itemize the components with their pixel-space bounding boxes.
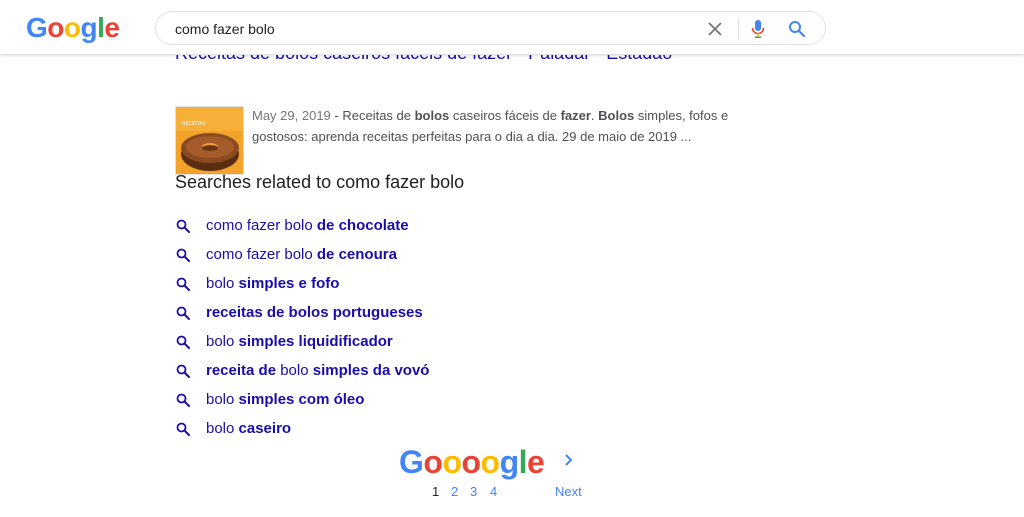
related-searches-heading: Searches related to como fazer bolo <box>175 172 465 192</box>
related-search-item[interactable]: bolo simples com óleo <box>175 389 364 411</box>
related-search-item[interactable]: bolo simples liquidificador <box>175 331 393 353</box>
related-search-item[interactable]: receitas de bolos portugueses <box>175 302 423 324</box>
page-number-link[interactable]: 3 <box>470 484 477 500</box>
result-snippet: May 29, 2019 - Receitas de bolos caseiro… <box>252 105 762 147</box>
search-icon <box>175 363 191 379</box>
search-icon <box>175 247 191 263</box>
svg-text:RECEITAS: RECEITAS <box>182 121 206 127</box>
search-icon <box>789 21 806 38</box>
search-results-page: Receitas de bolos caseiros fáceis de faz… <box>0 0 1024 517</box>
related-search-item[interactable]: bolo caseiro <box>175 418 291 440</box>
logo-letter: o <box>63 12 81 43</box>
related-search-item[interactable]: como fazer bolo de cenoura <box>175 244 397 266</box>
result-date: May 29, 2019 <box>252 108 331 123</box>
related-search-text: bolo caseiro <box>206 420 292 437</box>
search-icon <box>175 218 191 234</box>
logo-letter: g <box>80 12 98 43</box>
pagination-logo: Goooogle <box>399 444 545 480</box>
pager-logo-letter: e <box>527 444 545 480</box>
close-icon <box>708 22 722 36</box>
page-number-current: 1 <box>432 484 440 499</box>
search-icon <box>175 421 191 437</box>
logo-letter: e <box>104 12 120 43</box>
pager-logo-letter: o <box>461 444 481 480</box>
search-icon <box>175 334 191 350</box>
related-search-text: receitas de bolos portugueses <box>206 304 423 321</box>
logo-letter: G <box>26 12 48 43</box>
related-search-item[interactable]: receita de bolo simples da vovó <box>175 360 429 382</box>
microphone-icon <box>751 20 765 38</box>
related-search-item[interactable]: bolo simples e fofo <box>175 273 339 295</box>
page-number-link[interactable]: 4 <box>490 484 497 500</box>
search-box-divider <box>738 18 739 40</box>
pager-logo-letter: o <box>423 444 443 480</box>
page-number-link[interactable]: 2 <box>451 484 458 500</box>
search-box <box>155 11 826 45</box>
google-logo[interactable]: Google <box>26 12 120 44</box>
pager-logo-letter: G <box>399 444 424 480</box>
search-icon <box>175 305 191 321</box>
logo-letter: o <box>47 12 64 43</box>
search-input[interactable] <box>175 18 675 40</box>
related-search-text: como fazer bolo de cenoura <box>206 246 397 263</box>
result-thumbnail[interactable]: RECEITAS <box>175 106 244 175</box>
cake-image-icon: RECEITAS <box>176 107 243 174</box>
pager-logo-letter: l <box>518 444 528 480</box>
clear-search-button[interactable] <box>704 18 726 40</box>
related-search-text: receita de bolo simples da vovó <box>206 362 430 379</box>
voice-search-button[interactable] <box>746 17 770 41</box>
related-search-text: como fazer bolo de chocolate <box>206 217 409 234</box>
search-icon <box>175 392 191 408</box>
top-bar: Google <box>0 0 1024 55</box>
related-search-text: bolo simples liquidificador <box>206 333 393 350</box>
related-search-item[interactable]: como fazer bolo de chocolate <box>175 215 409 237</box>
next-page-chevron-icon[interactable] <box>561 451 577 469</box>
pager-logo-letter: g <box>499 444 520 480</box>
related-search-text: bolo simples e fofo <box>206 275 340 292</box>
related-search-text: bolo simples com óleo <box>206 391 365 408</box>
next-page-link[interactable]: Next <box>555 484 582 500</box>
pager-logo-letter: o <box>480 444 501 480</box>
search-submit-button[interactable] <box>785 17 809 41</box>
result-date-separator: - <box>330 108 343 123</box>
search-icon <box>175 276 191 292</box>
logo-letter: l <box>97 12 105 43</box>
pager-logo-letter: o <box>442 444 462 480</box>
